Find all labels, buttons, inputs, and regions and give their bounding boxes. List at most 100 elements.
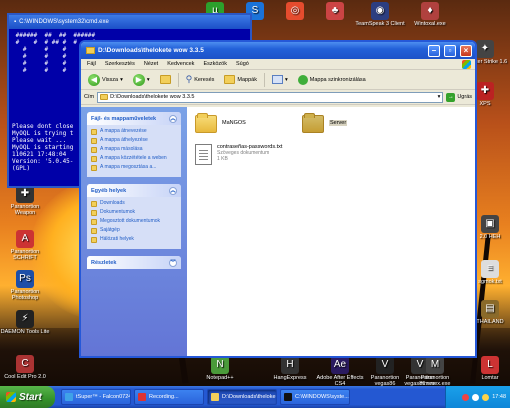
place-item[interactable]: Hálózati helyek <box>91 236 177 243</box>
taskbar-button-label: tSuper™ - Falcon0724 <box>76 394 131 400</box>
place-label: Downloads <box>100 200 125 206</box>
details-header[interactable]: Részletek ︾ <box>87 256 181 269</box>
explorer-window[interactable]: D:\Downloads\thelokete wow 3.3.5 – ▫ × F… <box>79 40 477 358</box>
file-task-label: A mappa másolása <box>100 146 143 152</box>
app-icon <box>65 393 73 401</box>
desktop-icon[interactable]: ♣ <box>310 2 360 21</box>
desktop-icon[interactable]: N Notepad++ <box>195 356 245 381</box>
desktop-app-icon: ◎ <box>286 2 304 20</box>
place-item[interactable]: Downloads <box>91 200 177 207</box>
back-button[interactable]: ◀ Vissza ▾ <box>85 72 126 88</box>
console-titlebar[interactable]: ▪ C:\WINDOWS\system32\cmd.exe <box>9 15 250 29</box>
menu-view[interactable]: Nézet <box>144 61 158 67</box>
menu-help[interactable]: Súgó <box>236 61 249 67</box>
desktop-icon[interactable]: ♦ Wintoxal.exe <box>405 2 455 27</box>
other-places-header[interactable]: Egyéb helyek ︽ <box>87 184 181 197</box>
place-item[interactable]: Dokumentumok <box>91 209 177 216</box>
minimize-button[interactable]: – <box>428 44 440 57</box>
details-panel: Részletek ︾ <box>87 256 181 269</box>
file-task-item[interactable]: A mappa átnevezése <box>91 128 177 135</box>
desktop-app-icon: ⚡ <box>16 310 34 328</box>
taskbar: Start tSuper™ - Falcon0724 Recording... D:… <box>0 386 510 408</box>
address-field[interactable]: ▾ <box>97 91 444 103</box>
menu-favorites[interactable]: Kedvencek <box>167 61 194 67</box>
place-icon <box>91 210 97 216</box>
toolbar-separator <box>264 72 265 87</box>
desktop-icon[interactable]: C Cool Edit Pro 2.0 <box>0 355 50 380</box>
desktop-icon[interactable]: Ae Adobe After Effects CS4 <box>315 356 365 387</box>
desktop-icon[interactable]: ✚ Paranortion Weapon <box>0 185 50 216</box>
chevron-down-icon[interactable]: ▾ <box>438 94 441 100</box>
window-title: D:\Downloads\thelokete wow 3.3.5 <box>98 47 204 54</box>
place-item[interactable]: Sajátgép <box>91 227 177 234</box>
desktop-icon-label: Paranortion Weapon <box>10 204 40 216</box>
desktop-icon[interactable]: ⚡ DAEMON Tools Lite <box>0 310 50 335</box>
place-label: Sajátgép <box>100 227 120 233</box>
desktop-icon-label: Lomtar <box>481 375 499 381</box>
menu-file[interactable]: Fájl <box>87 61 96 67</box>
file-task-item[interactable]: A mappa áthelyezése <box>91 137 177 144</box>
desktop-icon[interactable]: ◉ TeamSpeak 3 Client <box>355 2 405 27</box>
search-button[interactable]: ⚲ Keresés <box>183 72 218 87</box>
maximize-button[interactable]: ▫ <box>444 44 456 57</box>
sync-folder-button[interactable]: Mappa szinkronizálása <box>295 73 369 87</box>
file-task-label: A mappa megosztása a... <box>100 164 157 170</box>
up-button[interactable] <box>157 73 174 86</box>
taskbar-button[interactable]: tSuper™ - Falcon0724 <box>61 389 131 405</box>
taskbar-button[interactable]: Recording... <box>134 389 204 405</box>
desktop-app-icon: M <box>426 356 444 374</box>
desktop-app-icon: ♦ <box>421 2 439 20</box>
place-item[interactable]: Megosztott dokumentumok <box>91 218 177 225</box>
folder-icon <box>100 94 109 100</box>
taskbar-button[interactable]: D:\Downloads\theloke... <box>207 389 277 405</box>
menu-edit[interactable]: Szerkesztés <box>105 61 135 67</box>
file-tasks-header[interactable]: Fájl- és mappaműveletek ︽ <box>87 112 181 125</box>
taskbar-button[interactable]: C:\WINDOWS\syste... <box>280 389 350 405</box>
tray-icon[interactable] <box>472 393 480 401</box>
start-button[interactable]: Start <box>0 386 55 408</box>
folder-icon <box>86 47 95 54</box>
file-item-server[interactable]: Server <box>302 113 348 133</box>
place-label: Megosztott dokumentumok <box>100 218 161 224</box>
desktop-app-icon: ▣ <box>481 215 499 233</box>
details-title: Részletek <box>91 259 117 266</box>
desktop-app-icon: ♣ <box>326 2 344 20</box>
collapse-icon[interactable]: ︽ <box>169 186 177 195</box>
collapse-icon[interactable]: ︽ <box>169 114 177 123</box>
desktop-icon-label: DAEMON Tools Lite <box>0 329 50 335</box>
desktop-icon[interactable]: L Lomtar <box>465 356 510 381</box>
desktop-app-icon: N <box>211 356 229 374</box>
file-task-label: A mappa átnevezése <box>100 128 147 134</box>
desktop-icon[interactable]: H HangExpress <box>265 356 315 381</box>
app-icon <box>138 393 146 401</box>
back-arrow-icon: ◀ <box>88 73 100 86</box>
address-label: Cím <box>84 94 95 100</box>
file-item-passwords-txt[interactable]: contraseñas-passwords.txt Szöveges dokum… <box>195 144 282 165</box>
views-button[interactable]: ▾ <box>269 73 291 86</box>
file-task-item[interactable]: A mappa másolása <box>91 146 177 153</box>
search-label: Keresés <box>194 76 215 83</box>
expand-icon[interactable]: ︾ <box>169 258 177 267</box>
menu-bar: Fájl Szerkesztés Nézet Kedvencek Eszközö… <box>81 59 475 70</box>
file-task-icon <box>91 156 97 162</box>
file-item-mangos[interactable]: MaNGOS <box>195 113 246 133</box>
desktop-icon[interactable]: A Paranortion SCHRIFT <box>0 230 50 261</box>
desktop-icon[interactable]: M Paranortion mmvsex.exe <box>410 356 460 387</box>
file-task-item[interactable]: A mappa közzététele a weben <box>91 155 177 162</box>
file-task-item[interactable]: A mappa megosztása a... <box>91 164 177 171</box>
desktop-icon-label: Cool Edit Pro 2.0 <box>4 374 46 380</box>
clock[interactable]: 17:48 <box>492 394 506 400</box>
forward-button[interactable]: ▶ ▾ <box>130 72 153 88</box>
explorer-titlebar[interactable]: D:\Downloads\thelokete wow 3.3.5 – ▫ × <box>81 42 475 59</box>
address-bar: Cím ▾ → Ugrás <box>81 90 475 105</box>
desktop-icon[interactable]: Ps Paranortion Photoshop <box>0 270 50 301</box>
volume-icon[interactable] <box>482 393 490 401</box>
tray-icon[interactable] <box>462 393 470 401</box>
folders-button[interactable]: Mappák <box>221 73 260 86</box>
go-button[interactable]: → Ugrás <box>446 92 472 102</box>
menu-tools[interactable]: Eszközök <box>203 61 227 67</box>
close-button[interactable]: × <box>460 44 472 57</box>
address-input[interactable] <box>110 94 436 100</box>
other-places-panel: Egyéb helyek ︽ Downloads Dokumentumok Mego… <box>87 184 181 249</box>
desktop-app-icon: V <box>376 356 394 374</box>
